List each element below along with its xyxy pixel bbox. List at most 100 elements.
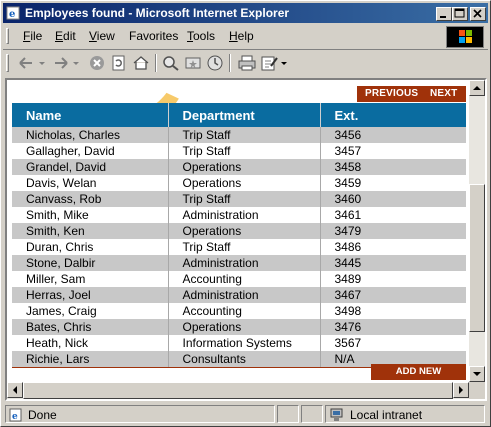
- table-row[interactable]: Grandel, David Operations 3458: [12, 159, 466, 175]
- scroll-left-button[interactable]: [7, 382, 23, 398]
- cell-department: Operations: [168, 159, 321, 175]
- table-row[interactable]: James, Craig Accounting 3498: [12, 303, 466, 319]
- cell-ext: 3459: [320, 175, 466, 191]
- table-row[interactable]: Heath, Nick Information Systems 3567: [12, 335, 466, 351]
- toolbar-separator: [229, 54, 231, 72]
- minimize-icon: [440, 16, 446, 18]
- cell-name: Duran, Chris: [12, 239, 169, 255]
- menu-help[interactable]: Help: [229, 29, 254, 43]
- column-header-name[interactable]: Name: [12, 103, 169, 127]
- vertical-scrollbar[interactable]: [469, 80, 485, 382]
- status-panel-2: [277, 405, 299, 423]
- cell-department: Operations: [168, 319, 321, 335]
- menu-edit[interactable]: Edit: [55, 29, 76, 43]
- title-bar[interactable]: e Employees found - Microsoft Internet E…: [3, 3, 488, 23]
- page-viewport: PREVIOUS NEXT Name Department Ext. Nicho…: [5, 78, 487, 401]
- table-row[interactable]: Davis, Welan Operations 3459: [12, 175, 466, 191]
- cell-ext: 3567: [320, 335, 466, 351]
- scrollbar-corner: [469, 382, 485, 399]
- favorites-button[interactable]: [183, 54, 203, 72]
- horizontal-scrollbar[interactable]: [7, 382, 469, 399]
- horizontal-scroll-thumb[interactable]: [23, 382, 453, 399]
- cell-ext: 3461: [320, 207, 466, 223]
- cell-department: Information Systems: [168, 335, 321, 351]
- pagination-bar: PREVIOUS NEXT: [357, 86, 466, 102]
- ie-page-icon: e: [6, 6, 20, 20]
- cell-name: James, Craig: [12, 303, 169, 319]
- cell-name: Grandel, David: [12, 159, 169, 175]
- table-row[interactable]: Canvass, Rob Trip Staff 3460: [12, 191, 466, 207]
- next-link[interactable]: NEXT: [430, 88, 457, 99]
- minimize-button[interactable]: [436, 7, 452, 21]
- refresh-icon: [112, 55, 125, 71]
- arrow-up-icon: [473, 86, 481, 90]
- scroll-down-button[interactable]: [469, 366, 485, 382]
- refresh-button[interactable]: [109, 54, 129, 72]
- standard-toolbar: [3, 49, 488, 75]
- cell-ext: 3467: [320, 287, 466, 303]
- print-button[interactable]: [237, 54, 257, 72]
- stop-button[interactable]: [87, 54, 107, 72]
- scroll-up-button[interactable]: [469, 80, 485, 96]
- scroll-right-button[interactable]: [453, 382, 469, 398]
- back-arrow-icon: [19, 57, 32, 69]
- add-new-employee-button[interactable]: ADD NEW EMPLOYEE: [371, 364, 466, 380]
- cell-name: Davis, Welan: [12, 175, 169, 191]
- edit-dropdown-icon: [281, 62, 287, 65]
- maximize-button[interactable]: [452, 7, 468, 21]
- cell-ext: 3460: [320, 191, 466, 207]
- windows-flag-icon: [459, 30, 472, 43]
- edit-dropdown[interactable]: [279, 54, 289, 72]
- column-header-department[interactable]: Department: [168, 103, 321, 127]
- table-row[interactable]: Miller, Sam Accounting 3489: [12, 271, 466, 287]
- page-done-icon: e: [9, 408, 22, 422]
- table-row[interactable]: Gallagher, David Trip Staff 3457: [12, 143, 466, 159]
- cell-department: Consultants: [168, 351, 321, 368]
- menu-tools[interactable]: Tools: [187, 29, 215, 43]
- windows-logo: [446, 26, 484, 48]
- forward-dropdown[interactable]: [71, 54, 81, 72]
- table-row[interactable]: Smith, Ken Operations 3479: [12, 223, 466, 239]
- cell-name: Smith, Mike: [12, 207, 169, 223]
- previous-link[interactable]: PREVIOUS: [365, 88, 418, 99]
- table-row[interactable]: Duran, Chris Trip Staff 3486: [12, 239, 466, 255]
- table-row[interactable]: Nicholas, Charles Trip Staff 3456: [12, 127, 466, 143]
- menu-view[interactable]: View: [89, 29, 115, 43]
- cell-department: Operations: [168, 175, 321, 191]
- local-intranet-icon: [330, 408, 343, 421]
- search-button[interactable]: [161, 54, 181, 72]
- status-main-panel: e Done: [5, 405, 275, 423]
- arrow-down-icon: [473, 372, 481, 376]
- vertical-scroll-thumb[interactable]: [469, 184, 485, 332]
- table-row[interactable]: Smith, Mike Administration 3461: [12, 207, 466, 223]
- back-dropdown-icon: [39, 62, 45, 65]
- table-row[interactable]: Herras, Joel Administration 3467: [12, 287, 466, 303]
- home-button[interactable]: [131, 54, 151, 72]
- back-dropdown[interactable]: [37, 54, 47, 72]
- column-header-ext[interactable]: Ext.: [320, 103, 466, 127]
- cell-department: Administration: [168, 207, 321, 223]
- cell-name: Nicholas, Charles: [12, 127, 169, 143]
- cell-ext: 3489: [320, 271, 466, 287]
- edit-button[interactable]: [259, 54, 279, 72]
- cell-name: Smith, Ken: [12, 223, 169, 239]
- forward-button[interactable]: [51, 54, 71, 72]
- cell-department: Administration: [168, 255, 321, 271]
- close-button[interactable]: [470, 7, 486, 21]
- back-button[interactable]: [17, 54, 37, 72]
- svg-text:e: e: [12, 412, 18, 422]
- cell-department: Trip Staff: [168, 143, 321, 159]
- menu-favorites[interactable]: Favorites: [129, 29, 178, 43]
- history-button[interactable]: [205, 54, 225, 72]
- table-row[interactable]: Bates, Chris Operations 3476: [12, 319, 466, 335]
- menu-grip: [6, 28, 9, 44]
- table-header-row: Name Department Ext.: [12, 103, 466, 127]
- cell-name: Bates, Chris: [12, 319, 169, 335]
- security-zone-text: Local intranet: [350, 408, 423, 422]
- browser-window: e Employees found - Microsoft Internet E…: [0, 0, 491, 427]
- stop-icon: [90, 56, 104, 70]
- menu-file[interactable]: File: [23, 29, 42, 43]
- table-row[interactable]: Stone, Dalbir Administration 3445: [12, 255, 466, 271]
- cell-department: Trip Staff: [168, 239, 321, 255]
- forward-arrow-icon: [55, 57, 68, 69]
